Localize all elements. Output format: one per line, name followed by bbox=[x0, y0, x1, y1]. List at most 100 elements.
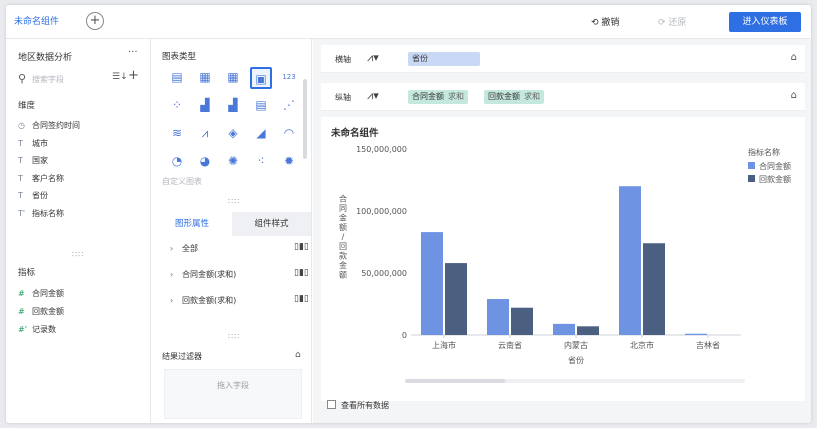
y-tick-label: 150,000,000 bbox=[356, 145, 407, 154]
y-axis-field-pill[interactable]: 回款金额 求和 bbox=[484, 90, 544, 104]
filter-settings-icon[interactable]: ⌂ bbox=[295, 350, 301, 360]
resize-handle[interactable]: ∷∷ bbox=[72, 250, 84, 259]
add-field-icon[interactable]: + bbox=[128, 68, 139, 83]
component-tab[interactable]: 未命名组件 bbox=[14, 12, 59, 32]
resize-handle[interactable]: ∷∷ bbox=[228, 332, 240, 341]
pill-agg: 求和 bbox=[448, 92, 464, 101]
bar-contract bbox=[487, 299, 509, 335]
y-axis-title-char: 合 bbox=[339, 194, 347, 204]
filter-drop-zone[interactable]: 拖入字段 bbox=[164, 369, 302, 419]
y-axis-title-char: 款 bbox=[339, 251, 347, 261]
x-axis-row: 横轴 ⩘▾ 省份 ⌂ bbox=[321, 45, 805, 73]
chart-card: 未命名组件 0 50,000,000 100,000,000 150,000,000 合… bbox=[321, 117, 805, 401]
attribute-row-contract[interactable]: › 合同金额(求和) bbox=[170, 268, 236, 282]
gauge-icon[interactable]: ◠ bbox=[278, 123, 300, 145]
redo-label: 还原 bbox=[668, 18, 687, 28]
axis-settings-icon[interactable]: ⌂ bbox=[791, 52, 797, 63]
custom-chart-link[interactable]: 自定义图表 bbox=[162, 176, 202, 187]
dimension-item[interactable]: T 城市 bbox=[18, 137, 48, 151]
view-all-label: 查看所有数据 bbox=[341, 401, 389, 410]
detail-table-icon[interactable]: ▦ bbox=[222, 67, 244, 89]
dimension-item[interactable]: T' 指标名称 bbox=[18, 207, 64, 221]
bar-chart-icon[interactable]: ▟ bbox=[194, 95, 216, 117]
more-dots-icon[interactable]: ··· bbox=[128, 47, 138, 58]
bar-chart-icon[interactable]: ▯▮▯ bbox=[294, 242, 309, 252]
app-window: 未命名组件 + ⟲ 撤销 ⟳ 还原 进入仪表板 地区数据分析 ··· ⚲ ☰↓ … bbox=[6, 5, 811, 423]
bar-chart: 050,000,000100,000,000150,000,000合同金额/回款… bbox=[339, 145, 791, 383]
search-input[interactable] bbox=[32, 72, 108, 86]
table-icon[interactable]: ▤ bbox=[166, 67, 188, 89]
dimension-item[interactable]: T 客户名称 bbox=[18, 172, 64, 186]
bubble-icon[interactable]: ✹ bbox=[278, 151, 300, 173]
wave-line-icon[interactable]: ≋ bbox=[166, 123, 188, 145]
redo-button[interactable]: ⟳ 还原 bbox=[658, 15, 686, 28]
x-tick-label: 内蒙古 bbox=[564, 340, 588, 350]
pie-chart-icon[interactable]: ◔ bbox=[166, 151, 188, 173]
y-axis-title-char: 金 bbox=[339, 260, 347, 270]
number-field-icon: #' bbox=[18, 325, 27, 334]
dimension-label: 指标名称 bbox=[32, 208, 64, 218]
measure-item[interactable]: #' 记录数 bbox=[18, 323, 56, 337]
legend-label: 合同金额 bbox=[759, 161, 791, 171]
dimension-item[interactable]: T 省份 bbox=[18, 189, 48, 203]
enter-dashboard-button[interactable]: 进入仪表板 bbox=[729, 12, 801, 32]
x-tick-label: 吉林省 bbox=[696, 340, 720, 350]
attribute-row-payment[interactable]: › 回款金额(求和) bbox=[170, 294, 236, 308]
horizontal-bar-icon[interactable]: ▤ bbox=[250, 95, 272, 117]
dimension-label: 合同签约时间 bbox=[32, 121, 80, 130]
crosstab-icon[interactable]: ▦ bbox=[194, 67, 216, 89]
y-axis-field-pill[interactable]: 合同金额 求和 bbox=[408, 90, 468, 104]
scatter-bar-icon[interactable]: ⁘ bbox=[166, 95, 188, 117]
y-axis-row: 纵轴 ⩘▾ 合同金额 求和 回款金额 求和 ⌂ bbox=[321, 83, 805, 111]
result-filter-heading: 结果过滤器 bbox=[162, 352, 202, 361]
y-tick-label: 50,000,000 bbox=[361, 269, 407, 278]
attribute-row-all[interactable]: › 全部 bbox=[170, 242, 198, 256]
x-axis-field-pill[interactable]: 省份 bbox=[408, 52, 480, 66]
radar-icon[interactable]: ◈ bbox=[222, 123, 244, 145]
kpi-number-icon[interactable]: 123 bbox=[278, 67, 300, 89]
text-field-icon: T bbox=[18, 191, 23, 200]
axis-type-icon[interactable]: ⩘▾ bbox=[367, 89, 379, 103]
dimension-label: 省份 bbox=[32, 191, 48, 200]
dimension-item[interactable]: ◷ 合同签约时间 bbox=[18, 119, 80, 133]
checkbox[interactable] bbox=[327, 400, 336, 409]
attribute-label: 合同金额(求和) bbox=[182, 270, 237, 279]
scatter-plot-icon[interactable]: ⁖ bbox=[250, 151, 272, 173]
resize-handle[interactable]: ∷∷ bbox=[228, 197, 240, 206]
point-line-icon[interactable]: ⋰ bbox=[278, 95, 300, 117]
y-axis-title-char: 金 bbox=[339, 213, 347, 223]
dimension-item[interactable]: T 国家 bbox=[18, 154, 48, 168]
rose-chart-icon[interactable]: ✺ bbox=[222, 151, 244, 173]
grouped-table-icon[interactable]: ▣ bbox=[250, 67, 272, 89]
sort-icon[interactable]: ☰↓ bbox=[112, 72, 128, 82]
text-field-icon: T' bbox=[18, 208, 26, 218]
y-axis-title-char: 额 bbox=[339, 222, 347, 232]
tab-component-style[interactable]: 组件样式 bbox=[232, 212, 311, 236]
x-axis-label: 横轴 bbox=[335, 55, 351, 64]
grouped-bar-icon[interactable]: ▟ bbox=[222, 95, 244, 117]
pill-field-name: 合同金额 bbox=[412, 92, 444, 101]
bar-contract bbox=[421, 232, 443, 335]
view-all-data[interactable]: 查看所有数据 bbox=[327, 400, 389, 411]
area-chart-icon[interactable]: ◢ bbox=[250, 123, 272, 145]
measure-item[interactable]: # 回款金额 bbox=[18, 305, 64, 319]
attribute-label: 全部 bbox=[182, 244, 198, 253]
tab-graph-attributes[interactable]: 图形属性 bbox=[152, 212, 232, 236]
text-field-icon: T bbox=[18, 138, 23, 148]
measure-item[interactable]: # 合同金额 bbox=[18, 287, 64, 301]
y-axis-title-char: / bbox=[342, 233, 345, 242]
bar-chart-icon[interactable]: ▯▮▯ bbox=[294, 268, 309, 278]
bar-payment bbox=[511, 307, 533, 335]
axis-settings-icon[interactable]: ⌂ bbox=[791, 90, 797, 101]
donut-chart-icon[interactable]: ◕ bbox=[194, 151, 216, 173]
clock-icon: ◷ bbox=[18, 121, 25, 130]
line-chart-icon[interactable]: ⩘ bbox=[194, 123, 216, 145]
undo-button[interactable]: ⟲ 撤销 bbox=[591, 15, 619, 28]
bar-chart-icon[interactable]: ▯▮▯ bbox=[294, 294, 309, 304]
axis-type-icon[interactable]: ⩘▾ bbox=[367, 51, 379, 65]
chart-type-scrollbar[interactable] bbox=[303, 79, 307, 159]
chart-type-heading: 图表类型 bbox=[162, 52, 197, 62]
legend-swatch bbox=[748, 175, 755, 182]
redo-icon: ⟳ bbox=[658, 18, 666, 28]
add-tab-icon[interactable]: + bbox=[86, 12, 104, 30]
